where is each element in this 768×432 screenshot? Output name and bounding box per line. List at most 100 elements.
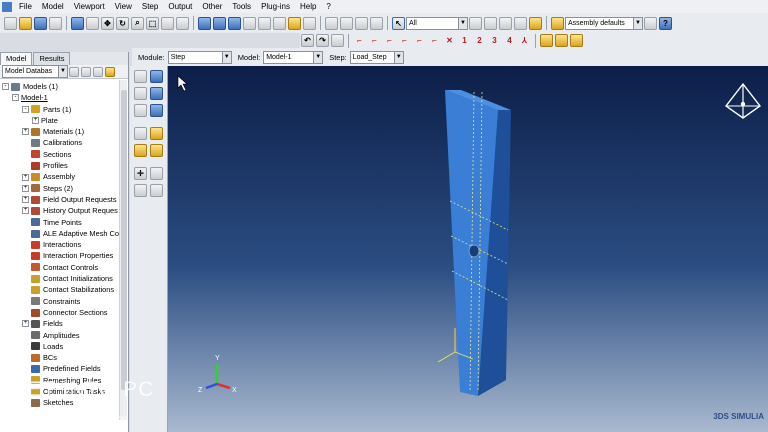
tree-node[interactable]: + Assembly bbox=[0, 171, 128, 182]
render-settings-icon[interactable] bbox=[370, 16, 383, 30]
color-code-select[interactable]: Assembly defaults ▼ bbox=[565, 16, 643, 30]
tree-node[interactable]: + Materials (1) bbox=[0, 126, 128, 137]
tab-results[interactable]: Results bbox=[33, 52, 71, 65]
auto-fit-icon[interactable] bbox=[161, 16, 174, 30]
color-code-icon[interactable] bbox=[551, 16, 564, 30]
tree-node[interactable]: BCs bbox=[0, 352, 128, 363]
datum-csys-icon[interactable]: ✛ bbox=[134, 167, 147, 180]
delete-icon[interactable] bbox=[331, 34, 344, 47]
menu-model[interactable]: Model bbox=[37, 2, 69, 11]
hidden-line-icon[interactable] bbox=[340, 16, 353, 30]
coordinate-system-icon[interactable]: ⅄ bbox=[518, 34, 531, 47]
tree-node[interactable]: Contact Controls bbox=[0, 262, 128, 273]
save-icon[interactable] bbox=[34, 16, 47, 30]
tree-node[interactable]: + History Output Reques bbox=[0, 205, 128, 216]
dof-all-icon[interactable]: ✕ bbox=[443, 34, 456, 47]
display-group-add-icon[interactable] bbox=[570, 34, 583, 47]
menu-help[interactable]: Help bbox=[295, 2, 321, 11]
viewport[interactable]: Y X Z bbox=[168, 66, 768, 432]
view-manager-icon[interactable] bbox=[303, 16, 316, 30]
triad-xy-icon[interactable]: ⌐ bbox=[398, 34, 411, 47]
tree-node[interactable]: Constraints bbox=[0, 296, 128, 307]
expand-toggle-icon[interactable]: + bbox=[22, 173, 29, 181]
dof-3-label[interactable]: 3 bbox=[488, 34, 501, 47]
menu-output[interactable]: Output bbox=[163, 2, 197, 11]
database-select[interactable]: Model Databas ▼ bbox=[2, 65, 68, 78]
collapse-toggle-icon[interactable]: - bbox=[22, 105, 29, 113]
undo-icon[interactable]: ↶ bbox=[301, 34, 314, 47]
selection-filter-select[interactable]: All ▼ bbox=[406, 16, 468, 30]
collapse-toggle-icon[interactable]: - bbox=[12, 94, 19, 102]
menu-file[interactable]: File bbox=[14, 2, 37, 11]
adaptive-mesh-manager-icon[interactable] bbox=[150, 127, 163, 140]
scrollbar-thumb[interactable] bbox=[121, 90, 127, 390]
tree-node[interactable]: Sections bbox=[0, 149, 128, 160]
select-out-icon[interactable] bbox=[514, 16, 527, 30]
tree-node[interactable]: + Fields bbox=[0, 318, 128, 329]
menu-whats-this[interactable]: ? bbox=[321, 2, 335, 11]
left-view-icon[interactable] bbox=[273, 16, 286, 30]
right-view-icon[interactable] bbox=[288, 16, 301, 30]
new-model-icon[interactable] bbox=[4, 16, 17, 30]
tree-node[interactable]: Time Points bbox=[0, 217, 128, 228]
create-history-output-icon[interactable] bbox=[134, 104, 147, 117]
tree-node[interactable]: Interactions bbox=[0, 239, 128, 250]
tree-node[interactable]: Contact Stabilizations bbox=[0, 284, 128, 295]
redo-icon[interactable]: ↷ bbox=[316, 34, 329, 47]
select-options-icon[interactable] bbox=[469, 16, 482, 30]
color-mapping-icon[interactable] bbox=[644, 16, 657, 30]
selection-box-icon[interactable] bbox=[484, 16, 497, 30]
datum-axis-icon[interactable] bbox=[134, 184, 147, 197]
menu-plugins[interactable]: Plug-ins bbox=[256, 2, 295, 11]
tree-node[interactable]: - Model-1 bbox=[0, 92, 128, 103]
create-step-icon[interactable] bbox=[134, 70, 147, 83]
dof-1-label[interactable]: 1 bbox=[458, 34, 471, 47]
menu-step[interactable]: Step bbox=[137, 2, 163, 11]
menu-viewport[interactable]: Viewport bbox=[69, 2, 110, 11]
tree-node[interactable]: - Parts (1) bbox=[0, 104, 128, 115]
tree-filter-icon[interactable] bbox=[69, 66, 79, 77]
box-zoom-icon[interactable]: ⬚ bbox=[146, 16, 159, 30]
triad-zx-icon[interactable]: ⌐ bbox=[428, 34, 441, 47]
dof-4-label[interactable]: 4 bbox=[503, 34, 516, 47]
triad-y-icon[interactable]: ⌐ bbox=[368, 34, 381, 47]
adaptive-mesh-icon[interactable] bbox=[134, 127, 147, 140]
datum-point-icon[interactable] bbox=[150, 167, 163, 180]
shaded-icon[interactable] bbox=[355, 16, 368, 30]
step-manager-icon[interactable] bbox=[150, 70, 163, 83]
open-icon[interactable] bbox=[19, 16, 32, 30]
display-group-replace-icon[interactable] bbox=[555, 34, 568, 47]
menu-other[interactable]: Other bbox=[197, 2, 227, 11]
solver-controls-icon[interactable] bbox=[134, 144, 147, 157]
step-select[interactable]: Load_Step ▼ bbox=[349, 50, 404, 64]
tree-scrollbar[interactable] bbox=[119, 80, 127, 420]
tree-node[interactable]: Contact Initializations bbox=[0, 273, 128, 284]
iso-view-icon[interactable] bbox=[198, 16, 211, 30]
expand-toggle-icon[interactable]: + bbox=[22, 207, 29, 215]
collapse-toggle-icon[interactable]: - bbox=[2, 83, 9, 91]
module-select[interactable]: Step ▼ bbox=[167, 50, 232, 64]
expand-toggle-icon[interactable]: + bbox=[22, 128, 29, 136]
select-in-icon[interactable] bbox=[499, 16, 512, 30]
select-cursor-icon[interactable]: ↖ bbox=[392, 16, 405, 30]
tree-node[interactable]: ALE Adaptive Mesh Co bbox=[0, 228, 128, 239]
tree-node[interactable]: Connector Sections bbox=[0, 307, 128, 318]
history-output-manager-icon[interactable] bbox=[150, 104, 163, 117]
solver-controls-manager-icon[interactable] bbox=[150, 144, 163, 157]
rotate-icon[interactable]: ↻ bbox=[116, 16, 129, 30]
tree-node[interactable]: + Field Output Requests bbox=[0, 194, 128, 205]
tree-node[interactable]: Amplitudes bbox=[0, 330, 128, 341]
view-fit-icon[interactable] bbox=[86, 16, 99, 30]
expand-toggle-icon[interactable]: + bbox=[32, 117, 39, 125]
tree-node[interactable]: Loads bbox=[0, 341, 128, 352]
tab-model[interactable]: Model bbox=[0, 52, 33, 65]
datum-plane-icon[interactable] bbox=[150, 184, 163, 197]
triad-z-icon[interactable]: ⌐ bbox=[383, 34, 396, 47]
tree-node[interactable]: - Models (1) bbox=[0, 81, 128, 92]
tree-collapse-icon[interactable] bbox=[81, 66, 91, 77]
bottom-view-icon[interactable] bbox=[258, 16, 271, 30]
tree-node[interactable]: Profiles bbox=[0, 160, 128, 171]
front-view-icon[interactable] bbox=[213, 16, 226, 30]
triad-yz-icon[interactable]: ⌐ bbox=[413, 34, 426, 47]
menu-tools[interactable]: Tools bbox=[227, 2, 256, 11]
